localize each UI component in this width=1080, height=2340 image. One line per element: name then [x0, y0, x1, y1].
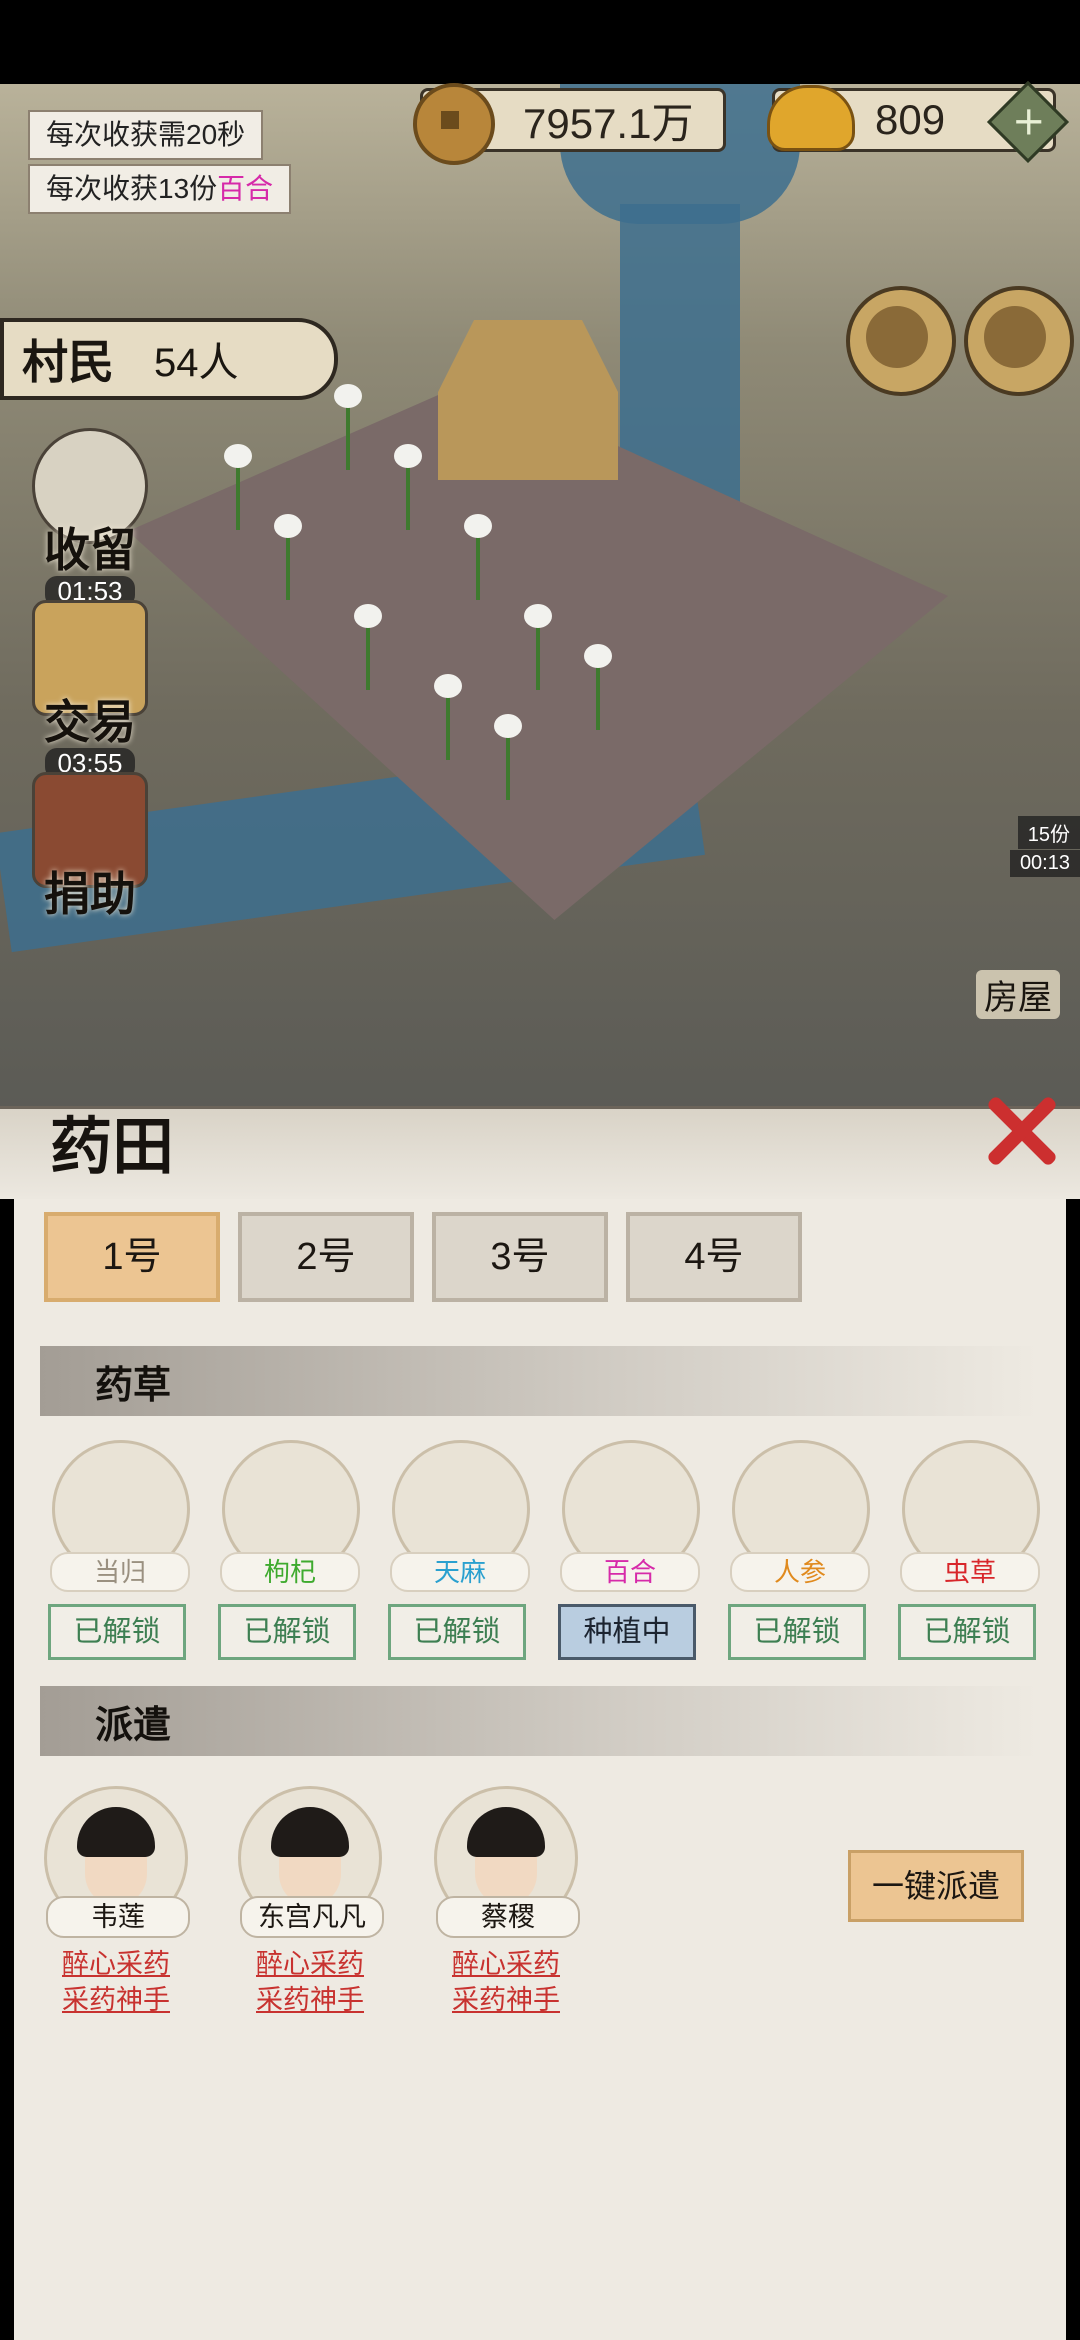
plus-icon: + [1011, 98, 1046, 145]
dispatch-person-1[interactable]: 韦莲 醉心采药 采药神手 [42, 1786, 190, 2016]
gold-ingot-icon [767, 85, 855, 151]
herb-name: 当归 [50, 1552, 190, 1592]
herb-gouqi[interactable]: 枸杞 已解锁 [216, 1440, 360, 1660]
panel-header: 药田 [0, 1086, 1080, 1199]
juanzhu-label: 捐助 [44, 867, 136, 921]
herb-name: 天麻 [390, 1552, 530, 1592]
herb-baihe[interactable]: 百合 种植中 [556, 1440, 700, 1660]
person-skill-link[interactable]: 醉心采药 [432, 1942, 580, 1981]
herb-danggui[interactable]: 当归 已解锁 [46, 1440, 190, 1660]
lily-plant [518, 600, 558, 690]
tab-field-4[interactable]: 4号 [626, 1212, 802, 1302]
herb-tianma[interactable]: 天麻 已解锁 [386, 1440, 530, 1660]
jiaoyi-label: 交易 [44, 695, 136, 749]
herb-name: 百合 [560, 1552, 700, 1592]
panel-title: 药田 [50, 1110, 175, 1183]
dispatch-section-title: 派遣 [95, 1702, 172, 1747]
harvest-interval-info: 每次收获需20秒 [28, 110, 264, 160]
harvest-timer-flag: 00:13 [1009, 850, 1080, 877]
herb-renshen[interactable]: 人参 已解锁 [726, 1440, 870, 1660]
person-name: 东宫凡凡 [240, 1896, 384, 1938]
settings-button[interactable] [964, 286, 1074, 396]
herb-field-scene[interactable] [128, 320, 948, 920]
shouliu-label: 收留 [44, 523, 136, 577]
herb-state-button[interactable]: 已解锁 [388, 1604, 526, 1660]
side-entry-juanzhu[interactable]: 捐助 [10, 772, 170, 924]
tab-field-1[interactable]: 1号 [44, 1212, 220, 1302]
herb-state-button[interactable]: 已解锁 [898, 1604, 1036, 1660]
person-name: 蔡稷 [436, 1896, 580, 1938]
herb-name: 虫草 [900, 1552, 1040, 1592]
house-building-label[interactable]: 房屋 [976, 970, 1060, 1019]
herb-chongcao[interactable]: 虫草 已解锁 [896, 1440, 1040, 1660]
lily-plant [488, 710, 528, 800]
herb-name: 枸杞 [220, 1552, 360, 1592]
ingot-currency: 809 + [767, 80, 1070, 164]
herb-state-button[interactable]: 已解锁 [48, 1604, 186, 1660]
thatched-hut [438, 320, 618, 480]
harvest-count-flag: 15份 [1017, 816, 1080, 849]
scroll-icon [866, 306, 928, 368]
lily-plant [428, 670, 468, 760]
copper-coin-icon [413, 83, 495, 165]
lily-plant [388, 440, 428, 530]
lily-plant [348, 600, 388, 690]
herb-state-button[interactable]: 已解锁 [728, 1604, 866, 1660]
harvest-amount-text: 每次收获13份 [46, 173, 218, 204]
villager-count: 村民 54人 [0, 318, 338, 400]
harvest-amount-info: 每次收获13份百合 [28, 164, 292, 214]
lily-plant [458, 510, 498, 600]
villager-value: 54人 [154, 341, 239, 385]
dispatch-section-header: 派遣 [40, 1686, 1040, 1756]
close-icon[interactable] [982, 1092, 1058, 1168]
lily-plant [268, 510, 308, 600]
lily-plant [578, 640, 618, 730]
dispatch-person-3[interactable]: 蔡稷 醉心采药 采药神手 [432, 1786, 580, 2016]
copper-currency: 7957.1万 [413, 83, 726, 165]
side-entry-shouliu[interactable]: 收留 01:53 [10, 428, 170, 607]
person-skill-link[interactable]: 采药神手 [432, 1978, 580, 2017]
tab-field-2[interactable]: 2号 [238, 1212, 414, 1302]
person-skill-link[interactable]: 采药神手 [42, 1978, 190, 2017]
side-entry-jiaoyi[interactable]: 交易 03:55 [10, 600, 170, 779]
herb-state-button[interactable]: 种植中 [558, 1604, 696, 1660]
tab-field-3[interactable]: 3号 [432, 1212, 608, 1302]
person-skill-link[interactable]: 采药神手 [236, 1978, 384, 2017]
status-bar [0, 0, 1080, 84]
lily-plant [328, 380, 368, 470]
herb-name: 人参 [730, 1552, 870, 1592]
villager-label: 村民 [22, 335, 114, 389]
dispatch-person-2[interactable]: 东宫凡凡 醉心采药 采药神手 [236, 1786, 384, 2016]
harvest-herb-name: 百合 [217, 173, 274, 204]
gear-icon [984, 306, 1046, 368]
person-name: 韦莲 [46, 1896, 190, 1938]
person-skill-link[interactable]: 醉心采药 [236, 1942, 384, 1981]
herb-state-button[interactable]: 已解锁 [218, 1604, 356, 1660]
lily-plant [218, 440, 258, 530]
person-skill-link[interactable]: 醉心采药 [42, 1942, 190, 1981]
dispatch-all-button[interactable]: 一键派遣 [848, 1850, 1024, 1922]
herbs-section-header: 药草 [40, 1346, 1040, 1416]
scroll-button[interactable] [846, 286, 956, 396]
herbs-section-title: 药草 [95, 1362, 172, 1407]
